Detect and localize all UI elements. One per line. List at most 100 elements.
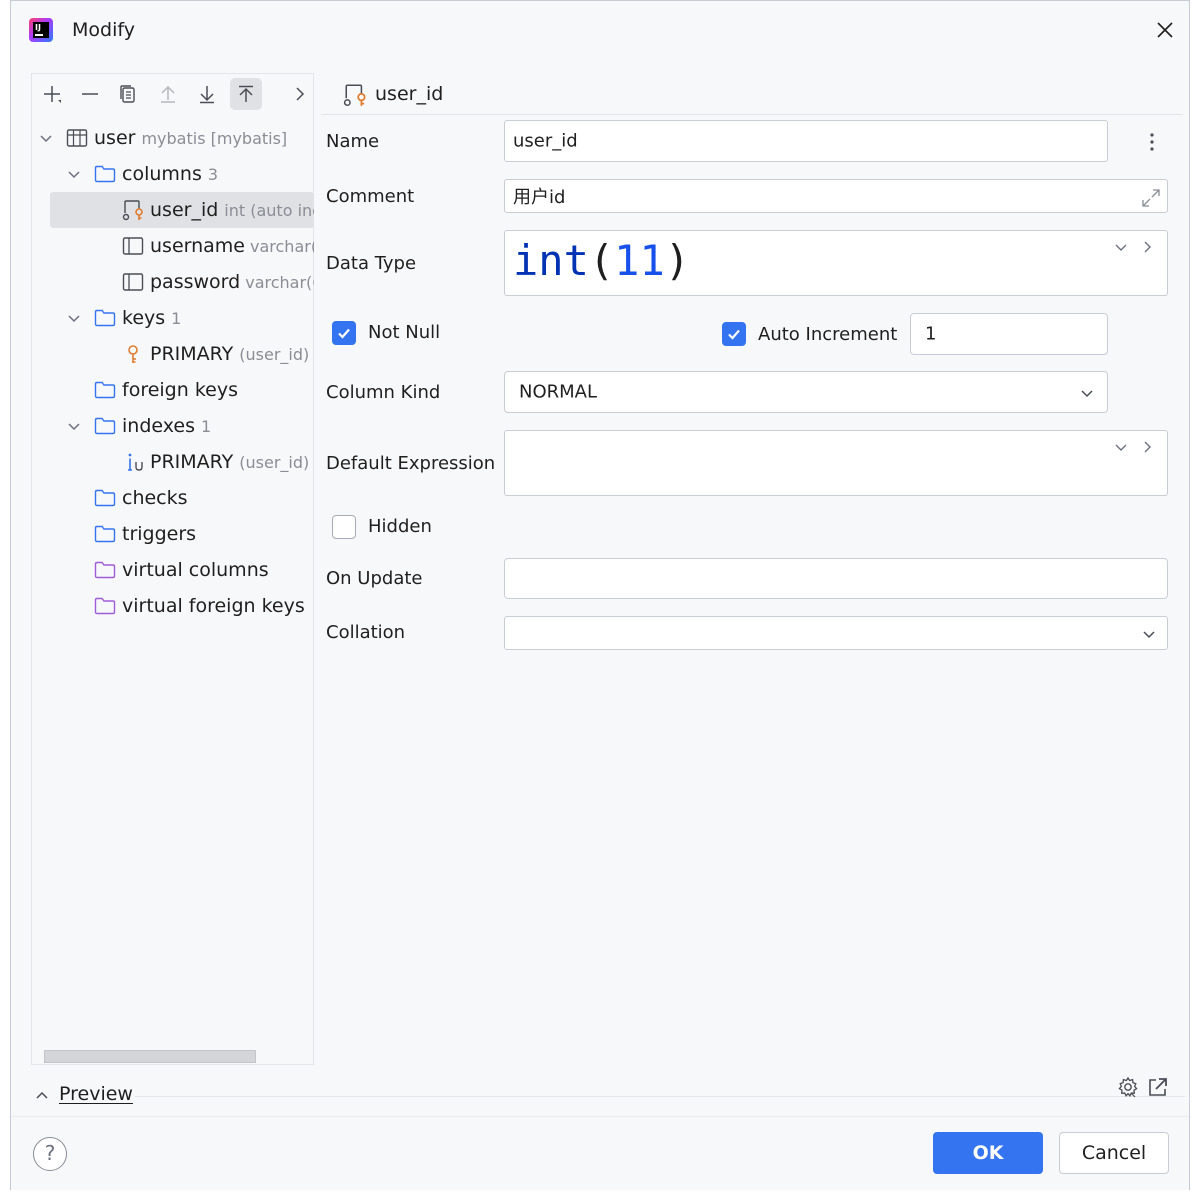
arrow-down-icon — [200, 86, 214, 104]
name-value: user_id — [513, 130, 578, 152]
tree-item-label: keys — [122, 307, 166, 329]
comment-value: 用户id — [513, 187, 566, 208]
expand-icon[interactable] — [1141, 188, 1161, 208]
close-icon[interactable] — [1155, 20, 1175, 40]
structure-toolbar — [32, 74, 313, 114]
tree-item-label: username — [150, 235, 245, 257]
tree-item-hint: varchar(64 — [245, 273, 314, 292]
tree-item-label: user_id — [150, 199, 219, 221]
modify-dialog: IJ Modify user mybatis [mybatis] columns… — [10, 0, 1190, 1190]
tree-item-hint: int (auto incr — [224, 201, 314, 220]
tree-item-column-user-id[interactable]: user_id int (auto incr — [50, 192, 314, 228]
tree-item-column-username[interactable]: username varchar(64 — [32, 228, 314, 264]
tree-item-foreign-keys[interactable]: foreign keys — [32, 372, 314, 408]
folder-icon — [94, 381, 116, 399]
move-down-button[interactable] — [191, 78, 223, 110]
tree-item-indexes[interactable]: indexes 1 — [32, 408, 314, 444]
default-expression-input[interactable] — [504, 430, 1168, 496]
folder-icon — [94, 309, 116, 327]
tree-item-checks[interactable]: checks — [32, 480, 314, 516]
tree-item-virtual-foreign-keys[interactable]: virtual foreign keys — [32, 588, 314, 624]
dialog-title: Modify — [72, 19, 135, 41]
chevron-down-icon[interactable] — [38, 130, 54, 146]
folder-icon — [94, 165, 116, 183]
checkmark-icon — [338, 328, 350, 339]
chevron-down-icon[interactable] — [66, 166, 82, 182]
horizontal-scrollbar[interactable] — [44, 1050, 256, 1063]
editor-title: user_id — [375, 83, 444, 105]
collation-label: Collation — [326, 622, 406, 643]
tree-item-table[interactable]: user mybatis [mybatis] — [32, 120, 314, 156]
preview-toggle[interactable]: Preview — [59, 1083, 133, 1105]
data-type-input[interactable]: int(11) — [504, 230, 1168, 296]
chevron-right-icon[interactable] — [1139, 439, 1155, 455]
chevron-right-icon[interactable] — [1139, 239, 1155, 255]
chevron-right-icon — [296, 87, 305, 101]
popout-icon[interactable] — [1147, 1076, 1169, 1098]
hidden-checkbox[interactable] — [332, 515, 356, 539]
chevron-down-icon[interactable] — [1113, 239, 1129, 255]
structure-panel: user mybatis [mybatis] columns 3 user_id… — [31, 73, 314, 1065]
auto-increment-start-input[interactable]: 1 — [910, 313, 1108, 355]
tree-item-label: PRIMARY — [150, 343, 234, 365]
collation-select[interactable] — [504, 616, 1168, 650]
folder-icon — [94, 525, 116, 543]
remove-button[interactable] — [74, 78, 106, 110]
cancel-button[interactable]: Cancel — [1059, 1132, 1169, 1174]
column-editor-panel: user_id Name user_id Comment 用户id Data T… — [321, 73, 1183, 1063]
column-kind-select[interactable]: NORMAL — [504, 371, 1108, 413]
tree-item-label: checks — [122, 487, 188, 509]
add-button[interactable] — [36, 78, 68, 110]
primary-key-column-icon — [343, 84, 366, 107]
column-icon — [122, 273, 144, 291]
arrow-to-top-icon — [239, 85, 253, 102]
tree-item-primary-index[interactable]: PRIMARY (user_id) U — [32, 444, 314, 480]
arrow-up-icon — [161, 85, 175, 103]
tree-item-label: triggers — [122, 523, 197, 545]
more-actions-button[interactable] — [284, 78, 316, 110]
ok-button[interactable]: OK — [933, 1132, 1043, 1174]
tree-item-count: 1 — [201, 417, 212, 436]
data-type-label: Data Type — [326, 253, 417, 274]
move-to-top-button[interactable] — [230, 78, 262, 110]
chevron-down-icon[interactable] — [1113, 439, 1129, 455]
tree-item-virtual-columns[interactable]: virtual columns — [32, 552, 314, 588]
tree-item-column-password[interactable]: passwordvarchar(64 — [32, 264, 314, 300]
comment-label: Comment — [326, 186, 415, 207]
chevron-down-icon[interactable] — [66, 310, 82, 326]
comment-input[interactable]: 用户id — [504, 179, 1168, 213]
column-icon — [122, 237, 144, 255]
chevron-down-icon[interactable] — [66, 418, 82, 434]
tree-item-label: virtual columns — [122, 559, 269, 581]
preview-separator — [135, 1096, 1185, 1097]
tree-item-keys[interactable]: keys 1 — [32, 300, 314, 336]
copy-button[interactable] — [112, 78, 144, 110]
column-kind-value: NORMAL — [519, 381, 598, 403]
unique-index-icon — [128, 453, 143, 471]
minus-icon — [82, 93, 98, 95]
key-icon — [128, 345, 138, 363]
move-up-button[interactable] — [152, 78, 184, 110]
plus-icon — [44, 86, 61, 103]
data-type-length: 11 — [614, 236, 665, 285]
tree-item-count: 1 — [171, 309, 182, 328]
auto-increment-checkbox[interactable] — [722, 322, 746, 346]
name-input[interactable]: user_id — [504, 120, 1108, 162]
tree-item-hint: (user_id) U — [239, 453, 314, 472]
hidden-label: Hidden — [368, 516, 432, 537]
auto-increment-value: 1 — [925, 323, 937, 345]
gear-icon[interactable] — [1117, 1076, 1139, 1098]
tree-item-columns[interactable]: columns 3 — [32, 156, 314, 192]
help-button[interactable]: ? — [33, 1137, 67, 1171]
title-bar: IJ Modify — [11, 1, 1189, 63]
folder-icon — [94, 489, 116, 507]
folder-icon — [94, 417, 116, 435]
chevron-up-icon[interactable] — [35, 1088, 49, 1102]
not-null-checkbox[interactable] — [332, 321, 356, 345]
tree-item-triggers[interactable]: triggers — [32, 516, 314, 552]
tree-item-primary-key[interactable]: PRIMARY (user_id) — [32, 336, 314, 372]
on-update-input[interactable] — [504, 558, 1168, 599]
editor-header: user_id — [321, 73, 1183, 115]
tree-item-count: 3 — [207, 165, 219, 184]
more-vertical-icon[interactable] — [1148, 131, 1156, 153]
